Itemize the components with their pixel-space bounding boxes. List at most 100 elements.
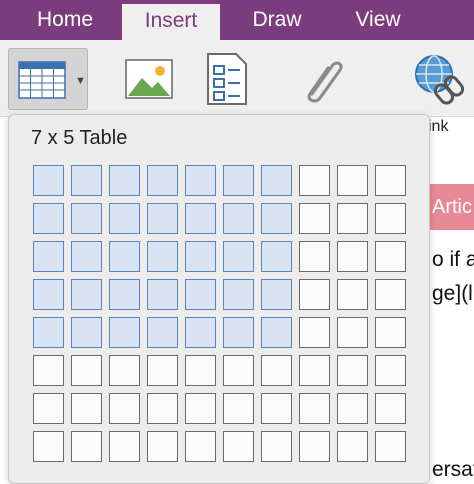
grid-cell[interactable] xyxy=(223,393,254,424)
table-size-grid xyxy=(33,165,406,462)
grid-cell[interactable] xyxy=(299,393,330,424)
grid-cell[interactable] xyxy=(375,241,406,272)
grid-cell-selected[interactable] xyxy=(147,165,178,196)
insert-attachment-button[interactable] xyxy=(300,54,346,111)
grid-cell[interactable] xyxy=(109,393,140,424)
grid-cell[interactable] xyxy=(337,279,368,310)
ribbon-tab-bar: Home Insert Draw View xyxy=(0,0,474,40)
grid-cell[interactable] xyxy=(375,317,406,348)
grid-cell[interactable] xyxy=(299,241,330,272)
grid-cell-selected[interactable] xyxy=(33,165,64,196)
grid-cell[interactable] xyxy=(299,317,330,348)
grid-cell[interactable] xyxy=(337,393,368,424)
grid-cell[interactable] xyxy=(71,355,102,386)
tab-draw[interactable]: Draw xyxy=(244,0,310,40)
grid-cell-selected[interactable] xyxy=(261,203,292,234)
tab-view[interactable]: View xyxy=(345,0,411,40)
grid-cell-selected[interactable] xyxy=(33,317,64,348)
grid-cell[interactable] xyxy=(299,279,330,310)
grid-cell[interactable] xyxy=(109,355,140,386)
grid-cell-selected[interactable] xyxy=(109,279,140,310)
grid-cell[interactable] xyxy=(299,203,330,234)
grid-cell[interactable] xyxy=(337,241,368,272)
grid-cell[interactable] xyxy=(261,393,292,424)
grid-cell[interactable] xyxy=(375,165,406,196)
grid-cell[interactable] xyxy=(147,393,178,424)
grid-cell-selected[interactable] xyxy=(185,279,216,310)
grid-cell-selected[interactable] xyxy=(261,241,292,272)
grid-cell[interactable] xyxy=(185,431,216,462)
grid-cell-selected[interactable] xyxy=(185,317,216,348)
grid-cell[interactable] xyxy=(375,279,406,310)
grid-cell-selected[interactable] xyxy=(223,165,254,196)
grid-cell-selected[interactable] xyxy=(33,279,64,310)
tab-insert[interactable]: Insert xyxy=(122,4,220,40)
grid-cell-selected[interactable] xyxy=(147,203,178,234)
grid-cell[interactable] xyxy=(299,355,330,386)
grid-cell-selected[interactable] xyxy=(33,241,64,272)
document-header-text: Artic xyxy=(432,196,472,218)
grid-cell-selected[interactable] xyxy=(71,165,102,196)
tab-home[interactable]: Home xyxy=(30,0,100,40)
grid-cell-selected[interactable] xyxy=(223,317,254,348)
grid-cell[interactable] xyxy=(223,431,254,462)
grid-cell-selected[interactable] xyxy=(147,241,178,272)
grid-cell[interactable] xyxy=(33,431,64,462)
grid-cell-selected[interactable] xyxy=(261,317,292,348)
grid-cell[interactable] xyxy=(337,165,368,196)
file-printout-icon xyxy=(207,53,247,105)
grid-cell-selected[interactable] xyxy=(261,279,292,310)
grid-cell[interactable] xyxy=(33,393,64,424)
grid-cell-selected[interactable] xyxy=(109,241,140,272)
document-line: ersati xyxy=(432,458,474,481)
grid-cell[interactable] xyxy=(337,317,368,348)
grid-cell-selected[interactable] xyxy=(109,203,140,234)
insert-link-button[interactable] xyxy=(412,52,465,111)
grid-cell-selected[interactable] xyxy=(185,241,216,272)
grid-cell-selected[interactable] xyxy=(109,317,140,348)
grid-cell-selected[interactable] xyxy=(147,317,178,348)
grid-cell[interactable] xyxy=(109,431,140,462)
grid-cell-selected[interactable] xyxy=(223,241,254,272)
attachment-icon xyxy=(307,61,343,103)
grid-cell[interactable] xyxy=(337,203,368,234)
grid-cell[interactable] xyxy=(261,431,292,462)
grid-cell-selected[interactable] xyxy=(147,279,178,310)
grid-cell[interactable] xyxy=(337,431,368,462)
document-line: ge](l xyxy=(432,282,473,305)
grid-cell[interactable] xyxy=(375,393,406,424)
grid-cell-selected[interactable] xyxy=(33,203,64,234)
grid-cell[interactable] xyxy=(71,431,102,462)
grid-cell-selected[interactable] xyxy=(185,203,216,234)
grid-cell-selected[interactable] xyxy=(223,279,254,310)
insert-picture-button[interactable] xyxy=(124,58,174,105)
grid-cell-selected[interactable] xyxy=(109,165,140,196)
insert-table-button[interactable]: ▼ xyxy=(8,48,88,110)
grid-cell[interactable] xyxy=(375,203,406,234)
grid-cell[interactable] xyxy=(147,355,178,386)
grid-cell[interactable] xyxy=(261,355,292,386)
grid-cell[interactable] xyxy=(147,431,178,462)
grid-cell[interactable] xyxy=(185,393,216,424)
grid-cell-selected[interactable] xyxy=(71,317,102,348)
insert-file-printout-button[interactable] xyxy=(204,52,250,111)
grid-cell[interactable] xyxy=(375,355,406,386)
grid-cell[interactable] xyxy=(299,165,330,196)
grid-cell[interactable] xyxy=(299,431,330,462)
grid-cell[interactable] xyxy=(337,355,368,386)
grid-cell[interactable] xyxy=(71,393,102,424)
grid-cell-selected[interactable] xyxy=(71,203,102,234)
document-table-header: Artic xyxy=(430,184,474,230)
grid-cell-selected[interactable] xyxy=(71,279,102,310)
grid-cell[interactable] xyxy=(33,355,64,386)
table-icon xyxy=(18,61,66,99)
grid-cell[interactable] xyxy=(185,355,216,386)
grid-cell[interactable] xyxy=(223,355,254,386)
grid-cell-selected[interactable] xyxy=(223,203,254,234)
grid-cell[interactable] xyxy=(375,431,406,462)
grid-cell-selected[interactable] xyxy=(261,165,292,196)
grid-cell-selected[interactable] xyxy=(185,165,216,196)
document-line: o if a xyxy=(432,248,474,271)
grid-cell-selected[interactable] xyxy=(71,241,102,272)
link-icon xyxy=(415,55,465,105)
